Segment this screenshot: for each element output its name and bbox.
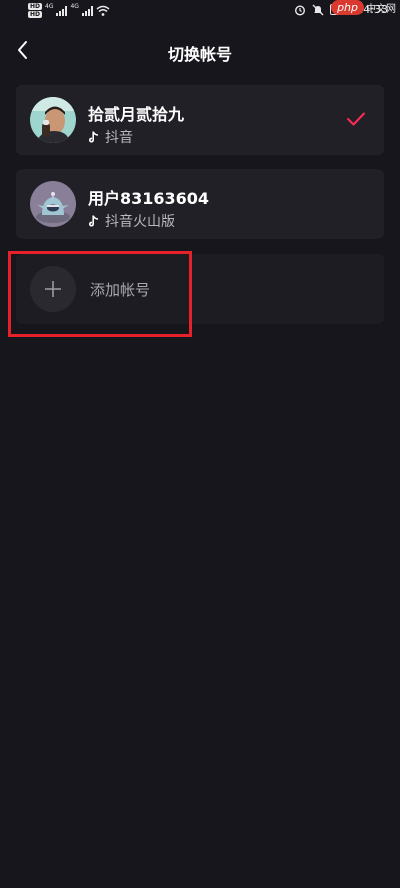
signal-icon-2 — [81, 5, 93, 16]
account-name: 拾贰月贰拾九 — [88, 105, 185, 124]
account-item-2[interactable]: 用户83163604 抖音火山版 — [16, 169, 384, 239]
account-item-1[interactable]: 拾贰月贰拾九 抖音 — [16, 85, 384, 155]
account-name: 用户83163604 — [88, 189, 210, 208]
douyin-icon — [89, 215, 98, 226]
header: 切换帐号 — [0, 30, 400, 74]
network-type-2: 4G — [70, 3, 79, 10]
account-app: 抖音 — [88, 127, 133, 147]
account-app-label: 抖音 — [105, 130, 133, 146]
account-app-label: 抖音火山版 — [105, 214, 175, 230]
signal-icon — [56, 5, 68, 16]
watermark-logo: php — [331, 0, 364, 15]
status-bar: HD HD 4G 4G 14:33 php 中文网 — [0, 0, 400, 26]
hd-badge-2: HD — [28, 11, 43, 18]
hd-badge-1: HD — [28, 3, 43, 10]
mute-icon — [312, 4, 324, 15]
status-left: HD HD 4G 4G — [28, 3, 110, 18]
wifi-icon — [96, 5, 110, 16]
network-type-1: 4G — [45, 3, 54, 10]
watermark: php 中文网 — [331, 0, 396, 15]
account-app: 抖音火山版 — [88, 211, 175, 231]
page-title: 切换帐号 — [167, 45, 232, 64]
watermark-text: 中文网 — [366, 4, 396, 15]
avatar — [30, 181, 76, 227]
douyin-icon — [89, 131, 98, 142]
hd-indicator: HD HD — [28, 3, 43, 18]
avatar — [30, 97, 76, 143]
alarm-icon — [295, 4, 306, 16]
highlight-annotation — [8, 251, 192, 337]
check-icon — [347, 112, 365, 126]
